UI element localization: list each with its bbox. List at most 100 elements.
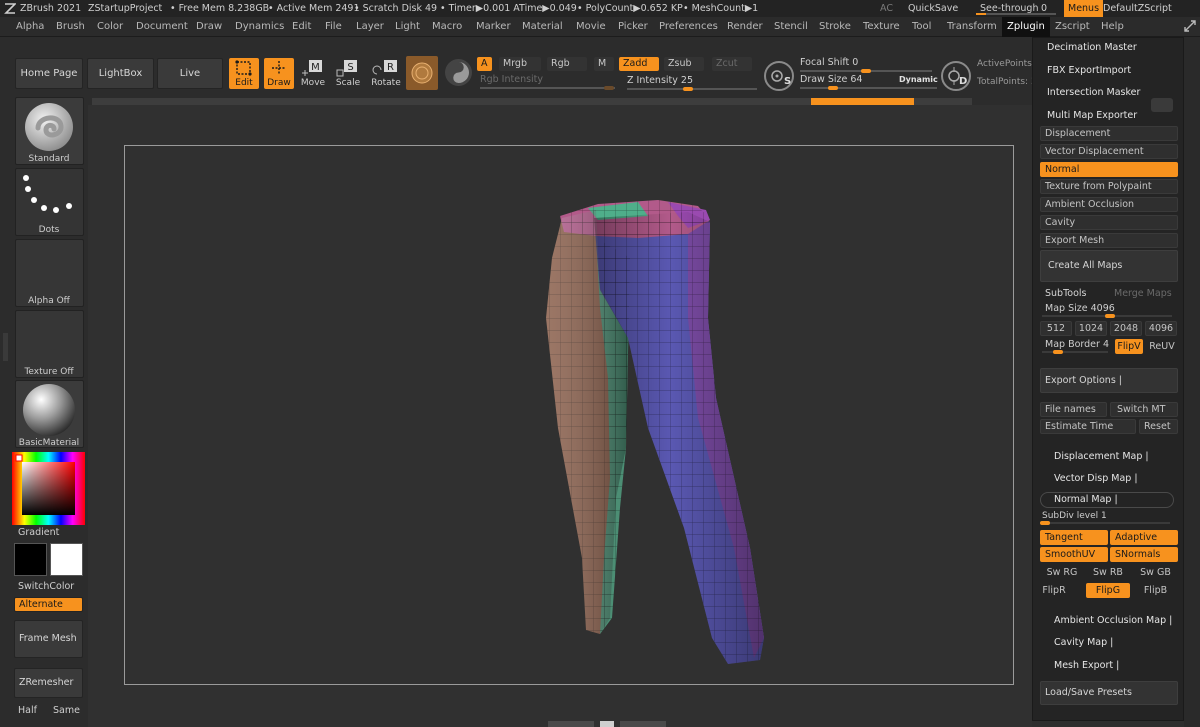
same-button[interactable]: Same	[53, 705, 80, 716]
menu-preferences[interactable]: Preferences	[659, 17, 718, 37]
flipg-toggle[interactable]: FlipG	[1086, 583, 1130, 598]
menu-render[interactable]: Render	[727, 17, 763, 37]
right-scrollbar[interactable]	[1184, 37, 1200, 727]
ambient-occlusion-map-section[interactable]: Ambient Occlusion Map |	[1033, 615, 1185, 626]
bottom-tray-handle[interactable]	[548, 719, 668, 727]
file-names-button[interactable]: File names	[1040, 402, 1107, 417]
map-type-normal[interactable]: Normal	[1040, 161, 1178, 177]
half-button[interactable]: Half	[18, 705, 37, 716]
menu-brush[interactable]: Brush	[56, 17, 85, 37]
move-button[interactable]: M Move	[298, 58, 328, 89]
tangent-toggle[interactable]: Tangent	[1040, 530, 1108, 545]
menu-light[interactable]: Light	[395, 17, 420, 37]
flipv-toggle[interactable]: FlipV	[1115, 339, 1143, 354]
map-size-slider[interactable]: Map Size 4096	[1042, 303, 1172, 318]
sw-gb-toggle[interactable]: Sw GB	[1133, 565, 1178, 580]
menu-transform[interactable]: Transform	[947, 17, 997, 37]
menu-tool[interactable]: Tool	[912, 17, 931, 37]
map-type-displacement[interactable]: Displacement	[1040, 126, 1178, 141]
menus-button[interactable]: Menus	[1064, 0, 1104, 17]
menu-stencil[interactable]: Stencil	[774, 17, 808, 37]
z-intensity-slider[interactable]: Z Intensity 25	[627, 74, 757, 91]
menu-material[interactable]: Material	[522, 17, 563, 37]
map-size-512-button[interactable]: 512	[1040, 321, 1072, 336]
menu-dynamics[interactable]: Dynamics	[235, 17, 284, 37]
export-options-button[interactable]: Export Options |	[1040, 368, 1178, 393]
map-type-ambient-occlusion[interactable]: Ambient Occlusion	[1040, 197, 1178, 213]
scale-button[interactable]: S Scale	[333, 58, 363, 89]
create-all-maps-button[interactable]: Create All Maps	[1040, 250, 1178, 282]
menu-movie[interactable]: Movie	[576, 17, 606, 37]
map-type-export-mesh[interactable]: Export Mesh	[1040, 232, 1178, 248]
normal-map-section[interactable]: Normal Map |	[1040, 492, 1174, 508]
pants-mesh[interactable]	[538, 198, 778, 670]
snormals-toggle[interactable]: SNormals	[1110, 547, 1178, 562]
zremesher-button[interactable]: ZRemesher	[14, 668, 83, 698]
sw-rg-toggle[interactable]: Sw RG	[1040, 565, 1084, 580]
menu-help[interactable]: Help	[1101, 17, 1124, 37]
subtools-toggle[interactable]: SubTools	[1040, 286, 1108, 301]
load-save-presets-button[interactable]: Load/Save Presets	[1040, 681, 1178, 705]
intersection-masker[interactable]: Intersection Masker	[1033, 87, 1185, 98]
menu-edit[interactable]: Edit	[292, 17, 311, 37]
menu-alpha[interactable]: Alpha	[16, 17, 44, 37]
mesh-export-section[interactable]: Mesh Export |	[1033, 660, 1185, 671]
frame-mesh-button[interactable]: Frame Mesh	[14, 620, 83, 658]
edit-button[interactable]: Edit	[229, 58, 259, 89]
rotate-button[interactable]: R Rotate	[371, 58, 401, 89]
quicksave-button[interactable]: QuickSave	[908, 0, 958, 17]
close-icon[interactable]	[1182, 18, 1198, 34]
zcut-toggle[interactable]: Zcut	[712, 57, 752, 71]
estimate-time-button[interactable]: Estimate Time	[1040, 419, 1136, 434]
zsub-toggle[interactable]: Zsub	[664, 57, 704, 71]
decimation-master[interactable]: Decimation Master	[1033, 42, 1185, 53]
dynamic-toggle[interactable]: Dynamic	[899, 75, 938, 84]
menu-macro[interactable]: Macro	[432, 17, 462, 37]
m-toggle[interactable]: M	[594, 57, 614, 71]
subdiv-level-slider[interactable]: SubDiv level 1	[1040, 511, 1170, 525]
sw-rb-toggle[interactable]: Sw RB	[1086, 565, 1130, 580]
focal-shift-slider[interactable]: Focal Shift 0	[800, 56, 932, 73]
map-type-vector-displacement[interactable]: Vector Displacement	[1040, 143, 1178, 159]
vector-disp-map-section[interactable]: Vector Disp Map |	[1033, 473, 1185, 484]
adaptive-toggle[interactable]: Adaptive	[1110, 530, 1178, 545]
menu-texture[interactable]: Texture	[863, 17, 900, 37]
gradient-label[interactable]: Gradient	[18, 527, 59, 538]
home-page-button[interactable]: Home Page	[15, 58, 83, 89]
color-picker[interactable]	[12, 452, 85, 525]
menu-marker[interactable]: Marker	[476, 17, 511, 37]
map-size-1024-button[interactable]: 1024	[1075, 321, 1107, 336]
zadd-toggle[interactable]: Zadd	[619, 57, 659, 71]
panel-close-icon[interactable]	[1151, 98, 1173, 112]
collapse-icon[interactable]	[3, 333, 8, 361]
reuv-toggle[interactable]: ReUV	[1146, 339, 1178, 354]
menu-layer[interactable]: Layer	[356, 17, 384, 37]
menu-document[interactable]: Document	[136, 17, 188, 37]
lightbox-button[interactable]: LightBox	[87, 58, 154, 89]
menu-picker[interactable]: Picker	[618, 17, 648, 37]
flipb-toggle[interactable]: FlipB	[1133, 583, 1178, 598]
menu-stroke[interactable]: Stroke	[819, 17, 851, 37]
mrgb-toggle[interactable]: Mrgb	[499, 57, 541, 71]
menu-zscript[interactable]: Zscript	[1055, 17, 1090, 37]
material-button[interactable]	[406, 56, 438, 90]
primary-color-swatch[interactable]	[14, 543, 47, 576]
displacement-map-section[interactable]: Displacement Map |	[1033, 451, 1185, 462]
live-boolean-button[interactable]: Live Boolean	[157, 58, 223, 109]
flipr-toggle[interactable]: FlipR	[1040, 583, 1068, 598]
map-size-4096-button[interactable]: 4096	[1145, 321, 1177, 336]
s-icon[interactable]	[445, 59, 472, 86]
map-size-2048-button[interactable]: 2048	[1110, 321, 1142, 336]
default-zscript[interactable]: DefaultZScript	[1103, 0, 1172, 17]
map-type-texture-from-polypaint[interactable]: Texture from Polypaint	[1040, 179, 1178, 195]
map-type-cavity[interactable]: Cavity	[1040, 215, 1178, 230]
menu-file[interactable]: File	[325, 17, 342, 37]
rgb-toggle[interactable]: Rgb	[547, 57, 587, 71]
menu-draw[interactable]: Draw	[196, 17, 222, 37]
a-toggle[interactable]: A	[477, 57, 492, 71]
alternate-button[interactable]: Alternate	[14, 597, 83, 612]
shelf-scroll-strip[interactable]	[92, 98, 972, 105]
rgb-intensity-slider[interactable]: Rgb Intensity	[480, 73, 615, 90]
map-border-slider[interactable]: Map Border 4	[1042, 339, 1109, 354]
secondary-color-swatch[interactable]	[50, 543, 83, 576]
